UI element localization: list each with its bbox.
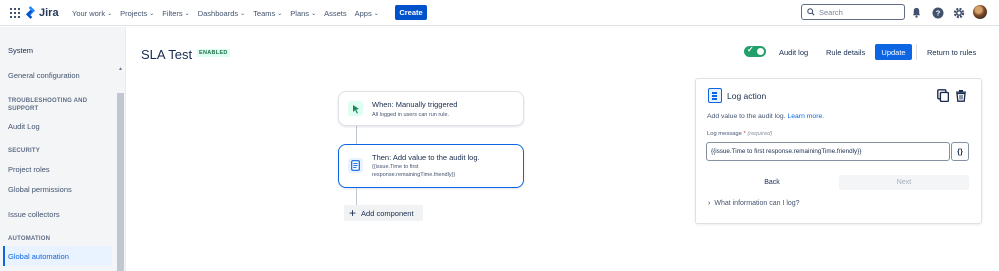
required-hint: (required) <box>747 131 773 137</box>
return-to-rules-button[interactable]: Return to rules <box>927 48 976 57</box>
action-subtitle-line2: response.remainingTime.friendly}} <box>372 172 456 178</box>
trash-icon[interactable] <box>955 89 967 102</box>
sidebar-item-issue-collectors[interactable]: Issue collectors <box>8 210 60 219</box>
panel-title: Log action <box>727 91 767 101</box>
nav-label: Filters <box>162 8 183 18</box>
header-divider <box>916 44 917 60</box>
sidebar-item-general-configuration[interactable]: General configuration <box>8 71 80 80</box>
required-asterisk: * <box>743 131 746 137</box>
logo-text: Jira <box>39 6 59 19</box>
create-button[interactable]: Create <box>395 5 427 20</box>
add-component-label: Add component <box>361 208 414 218</box>
nav-filters[interactable]: Filters ⌄ <box>162 9 189 18</box>
log-action-icon <box>708 88 722 103</box>
trigger-title: When: Manually triggered <box>372 100 458 109</box>
nav-label: Teams <box>253 8 276 18</box>
learn-more-link[interactable]: Learn more. <box>788 113 825 120</box>
scroll-up-arrow-icon[interactable]: ▲ <box>117 66 124 74</box>
update-button[interactable]: Update <box>875 44 912 60</box>
action-title: Then: Add value to the audit log. <box>372 153 480 162</box>
sidebar-section-troubleshooting: TROUBLESHOOTING AND SUPPORT <box>8 98 88 112</box>
document-icon <box>348 158 363 173</box>
jira-logo-icon <box>25 6 36 19</box>
nav-label: Plans <box>290 8 310 18</box>
next-button[interactable]: Next <box>839 175 969 190</box>
search-icon <box>807 8 815 16</box>
help-icon[interactable]: ? <box>931 6 944 19</box>
rule-enabled-toggle[interactable]: ✓ <box>744 45 766 57</box>
nav-label: Dashboards <box>197 8 239 18</box>
check-icon: ✓ <box>747 45 754 54</box>
rule-details-button[interactable]: Rule details <box>826 48 865 57</box>
chevron-down-icon: ⌄ <box>277 10 283 17</box>
trigger-subtitle: All logged in users can run rule. <box>372 112 450 118</box>
log-message-label: Log message * (required) <box>707 131 772 137</box>
log-message-field[interactable] <box>706 142 950 161</box>
nav-label: Your work <box>72 8 106 18</box>
sidebar-title: System <box>8 46 34 55</box>
nav-label: Apps <box>354 8 372 18</box>
nav-assets[interactable]: Assets <box>324 9 347 18</box>
copy-icon[interactable] <box>937 89 950 103</box>
field-label-text: Log message <box>707 131 742 137</box>
sidebar-item-global-permissions[interactable]: Global permissions <box>8 185 72 194</box>
nav-apps[interactable]: Apps ⌄ <box>355 9 379 18</box>
nav-projects[interactable]: Projects ⌄ <box>120 9 154 18</box>
nav-label: Assets <box>324 8 347 18</box>
svg-text:?: ? <box>935 8 940 17</box>
nav-teams[interactable]: Teams ⌄ <box>253 9 282 18</box>
sidebar-item-label: Global automation <box>8 252 69 261</box>
chevron-down-icon: ⌄ <box>149 10 155 17</box>
panel-description-text: Add value to the audit log. <box>707 113 786 120</box>
sidebar-item-project-roles[interactable]: Project roles <box>8 165 50 174</box>
chevron-down-icon: ⌄ <box>240 10 246 17</box>
chevron-down-icon: ⌄ <box>373 10 379 17</box>
nav-label: Projects <box>120 8 148 18</box>
page-title: SLA Test <box>141 47 193 62</box>
search-box[interactable] <box>801 4 905 20</box>
sidebar-item-audit-log[interactable]: Audit Log <box>8 122 40 131</box>
chevron-down-icon: ⌄ <box>184 10 190 17</box>
what-information-expander[interactable]: › What information can I log? <box>708 200 800 207</box>
settings-icon[interactable] <box>952 6 965 19</box>
apps-grid-icon[interactable] <box>10 8 20 18</box>
status-badge: ENABLED <box>197 49 230 57</box>
pointer-icon <box>348 101 363 116</box>
nav-plans[interactable]: Plans ⌄ <box>290 9 316 18</box>
nav-your-work[interactable]: Your work ⌄ <box>72 9 112 18</box>
trigger-card[interactable]: When: Manually triggered All logged in u… <box>338 91 524 126</box>
sidebar: System ▲ General configuration TROUBLESH… <box>0 27 126 271</box>
action-card[interactable]: Then: Add value to the audit log. {{issu… <box>338 144 524 188</box>
smart-values-button[interactable]: {} <box>951 142 969 161</box>
search-input[interactable] <box>819 7 899 17</box>
what-information-label: What information can I log? <box>714 200 800 207</box>
chevron-down-icon: ⌄ <box>107 10 113 17</box>
notifications-icon[interactable] <box>910 6 923 19</box>
flow-connector <box>356 188 357 205</box>
jira-logo[interactable]: Jira <box>25 6 59 19</box>
add-component-button[interactable]: + Add component <box>344 205 423 221</box>
chevron-right-icon: › <box>708 200 711 207</box>
nav-menu: Your work ⌄ Projects ⌄ Filters ⌄ Dashboards… <box>72 0 379 26</box>
nav-dashboards[interactable]: Dashboards ⌄ <box>198 9 245 18</box>
panel-description: Add value to the audit log. Learn more. <box>707 113 824 120</box>
audit-log-button[interactable]: Audit log <box>779 48 808 57</box>
top-navigation: Jira Your work ⌄ Projects ⌄ Filters ⌄ Dashb… <box>0 0 999 26</box>
chevron-down-icon: ⌄ <box>311 10 317 17</box>
sidebar-scrollbar[interactable] <box>117 93 124 271</box>
avatar[interactable] <box>973 5 987 19</box>
plus-icon: + <box>349 206 357 220</box>
sidebar-section-automation: AUTOMATION <box>8 236 51 242</box>
action-subtitle-line1: {{issue.Time to first <box>372 164 419 170</box>
sidebar-section-security: SECURITY <box>8 148 40 154</box>
back-button[interactable]: Back <box>706 175 838 190</box>
